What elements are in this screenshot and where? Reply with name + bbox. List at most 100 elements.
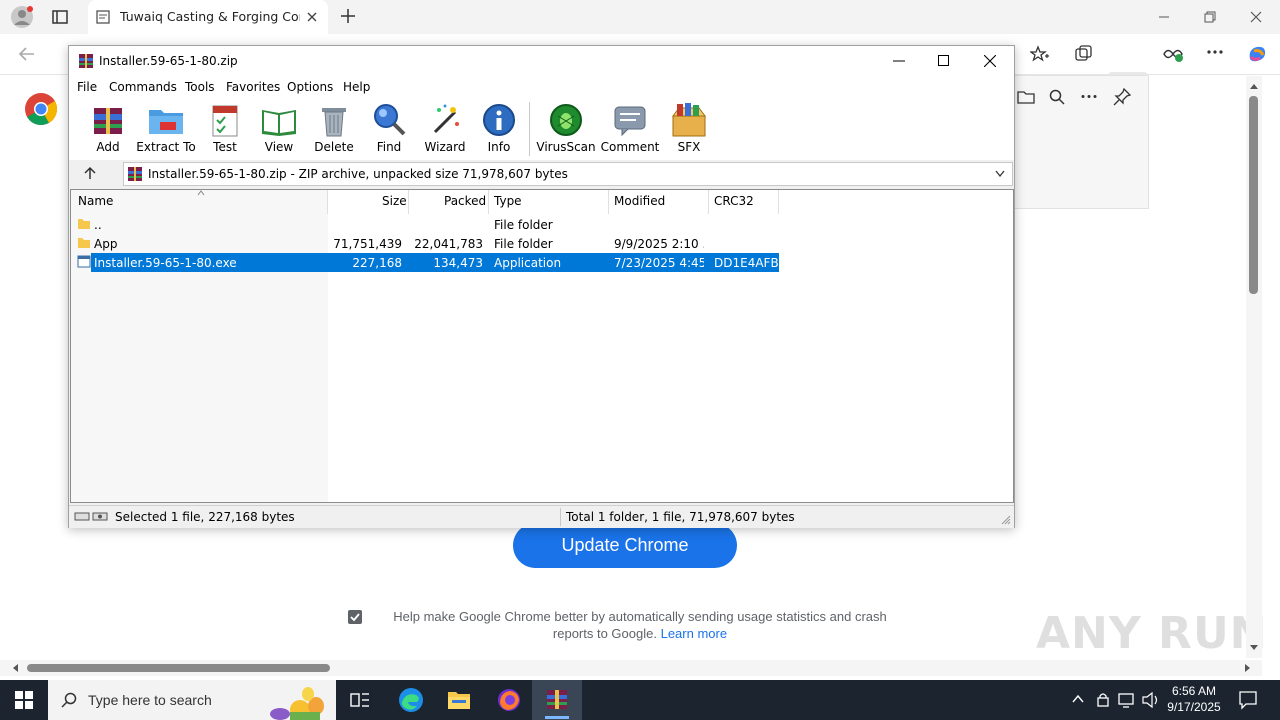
menu-commands[interactable]: Commands bbox=[109, 80, 177, 94]
up-folder-icon[interactable] bbox=[83, 166, 97, 180]
watermark: ANY RUN bbox=[1036, 608, 1268, 659]
task-view-icon[interactable] bbox=[350, 690, 370, 710]
path-dropdown-icon[interactable] bbox=[995, 170, 1005, 178]
learn-more-link[interactable]: Learn more bbox=[661, 626, 727, 641]
tool-info-button[interactable]: Info bbox=[470, 102, 528, 158]
row-crc: DD1E4AFB bbox=[714, 256, 779, 270]
usage-stats-checkbox[interactable] bbox=[348, 610, 362, 624]
close-tab-icon[interactable] bbox=[306, 11, 318, 23]
windows-start-icon[interactable] bbox=[15, 691, 33, 709]
menu-file[interactable]: File bbox=[77, 80, 97, 94]
winrar-maximize-icon[interactable] bbox=[938, 55, 950, 67]
file-explorer-taskbar-icon[interactable] bbox=[447, 689, 471, 711]
search-highlight-flowers-icon bbox=[260, 682, 334, 720]
favorites-icon[interactable] bbox=[1030, 45, 1050, 63]
archive-path-text: Installer.59-65-1-80.zip - ZIP archive, … bbox=[148, 167, 568, 181]
volume-icon[interactable] bbox=[1142, 692, 1160, 708]
winrar-statusbar: Selected 1 file, 227,168 bytes Total 1 f… bbox=[69, 505, 1014, 528]
winrar-close-icon[interactable] bbox=[984, 55, 996, 67]
tool-view-button[interactable]: View bbox=[250, 102, 308, 158]
col-packed-header[interactable]: Packed bbox=[444, 194, 486, 208]
table-row[interactable]: .. File folder bbox=[71, 215, 779, 234]
row-name: Installer.59-65-1-80.exe bbox=[94, 256, 237, 270]
scroll-right-icon[interactable] bbox=[1244, 663, 1252, 673]
taskbar-clock[interactable]: 6:56 AM 9/17/2025 bbox=[1163, 683, 1225, 715]
col-type-header[interactable]: Type bbox=[494, 194, 522, 208]
firefox-taskbar-icon[interactable] bbox=[497, 688, 521, 712]
profile-avatar-icon[interactable] bbox=[10, 5, 34, 29]
col-modified-header[interactable]: Modified bbox=[614, 194, 665, 208]
pin-icon[interactable] bbox=[1113, 88, 1131, 106]
more-options-icon[interactable] bbox=[1206, 49, 1224, 55]
horizontal-scrollbar-thumb[interactable] bbox=[27, 664, 330, 672]
col-crc-header[interactable]: CRC32 bbox=[714, 194, 754, 208]
menu-favorites[interactable]: Favorites bbox=[226, 80, 280, 94]
show-hidden-icons-icon[interactable] bbox=[1072, 694, 1084, 704]
col-divider bbox=[488, 190, 489, 214]
new-tab-icon[interactable] bbox=[340, 8, 356, 24]
scroll-down-icon[interactable] bbox=[1249, 644, 1259, 652]
security-tray-icon[interactable] bbox=[1096, 692, 1110, 708]
toolbar-separator bbox=[529, 102, 530, 156]
close-window-icon[interactable] bbox=[1250, 11, 1262, 23]
browser-tab-active[interactable]: Tuwaiq Casting & Forging Compa bbox=[88, 0, 328, 34]
more-icon[interactable] bbox=[1081, 94, 1097, 99]
menu-help[interactable]: Help bbox=[343, 80, 370, 94]
winrar-minimize-icon[interactable] bbox=[893, 55, 905, 67]
scroll-left-icon[interactable] bbox=[11, 663, 19, 673]
menu-options[interactable]: Options bbox=[287, 80, 333, 94]
back-arrow-icon[interactable] bbox=[18, 45, 36, 63]
winrar-toolbar: Add Extract To Test View Delete Find Wiz… bbox=[69, 98, 1014, 160]
tool-delete-button[interactable]: Delete bbox=[305, 102, 363, 158]
chrome-logo-icon bbox=[24, 92, 58, 126]
update-chrome-button[interactable]: Update Chrome bbox=[513, 523, 737, 568]
tool-wizard-button[interactable]: Wizard bbox=[416, 102, 474, 158]
network-icon[interactable] bbox=[1118, 692, 1136, 708]
restore-icon[interactable] bbox=[1204, 11, 1216, 23]
winrar-taskbar-button[interactable] bbox=[532, 680, 582, 720]
folder-icon bbox=[77, 217, 91, 230]
col-size-header[interactable]: Size bbox=[382, 194, 407, 208]
test-icon bbox=[212, 105, 238, 137]
archive-path-field[interactable]: Installer.59-65-1-80.zip - ZIP archive, … bbox=[123, 162, 1013, 186]
winrar-titlebar[interactable]: Installer.59-65-1-80.zip bbox=[69, 46, 1014, 76]
search-icon[interactable] bbox=[1049, 89, 1065, 105]
notification-center-icon[interactable] bbox=[1238, 690, 1258, 710]
col-divider bbox=[408, 190, 409, 214]
vertical-scrollbar-thumb[interactable] bbox=[1249, 96, 1258, 294]
winrar-app-icon bbox=[78, 53, 94, 69]
collections-icon[interactable] bbox=[1074, 45, 1094, 63]
scroll-up-icon[interactable] bbox=[1249, 82, 1259, 90]
folder-icon[interactable] bbox=[1017, 89, 1035, 105]
find-icon bbox=[374, 104, 406, 136]
resize-grip-icon[interactable] bbox=[1001, 515, 1011, 525]
tab-actions-icon[interactable] bbox=[52, 9, 68, 25]
tab-title: Tuwaiq Casting & Forging Compa bbox=[120, 9, 300, 24]
col-divider bbox=[708, 190, 709, 214]
exe-file-icon bbox=[77, 255, 91, 268]
table-row[interactable]: App 71,751,439 22,041,783 File folder 9/… bbox=[71, 234, 779, 253]
copilot-icon[interactable] bbox=[1246, 43, 1268, 65]
tool-test-button[interactable]: Test bbox=[196, 102, 254, 158]
tool-virusscan-button[interactable]: VirusScan bbox=[536, 102, 596, 158]
tool-extract-label: Extract To bbox=[136, 140, 196, 154]
tool-find-button[interactable]: Find bbox=[360, 102, 418, 158]
tool-sfx-button[interactable]: SFX bbox=[660, 102, 718, 158]
col-name-header[interactable]: Name bbox=[78, 194, 113, 208]
sort-ascending-icon bbox=[197, 190, 205, 196]
edge-taskbar-icon[interactable] bbox=[398, 687, 424, 713]
winrar-taskbar-icon bbox=[545, 687, 569, 711]
browser-essentials-icon[interactable] bbox=[1162, 45, 1184, 63]
tool-find-label: Find bbox=[376, 140, 402, 154]
info-icon bbox=[483, 104, 515, 136]
row-packed: 22,041,783 bbox=[414, 237, 483, 251]
tool-extract-button[interactable]: Extract To bbox=[136, 102, 196, 158]
table-row-selected[interactable]: Installer.59-65-1-80.exe 227,168 134,473… bbox=[71, 253, 779, 272]
file-list[interactable]: Name Size Packed Type Modified CRC32 .. … bbox=[70, 189, 1014, 503]
menu-tools[interactable]: Tools bbox=[185, 80, 215, 94]
minimize-icon[interactable] bbox=[1158, 11, 1170, 23]
taskbar-search-box[interactable]: Type here to search bbox=[48, 680, 336, 720]
tool-comment-button[interactable]: Comment bbox=[600, 102, 660, 158]
tool-add-button[interactable]: Add bbox=[79, 102, 137, 158]
tool-virusscan-label: VirusScan bbox=[536, 140, 596, 154]
